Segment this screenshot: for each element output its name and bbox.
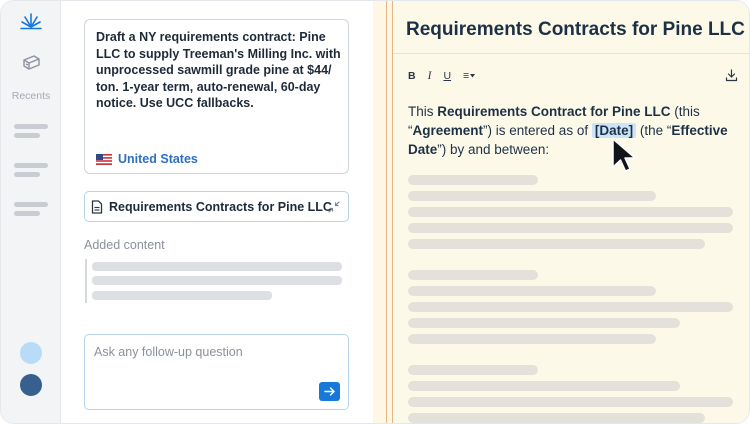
recent-item[interactable] (14, 202, 48, 207)
document-panel: Requirements Contracts for Pine LLC B I … (393, 1, 749, 423)
arrow-right-icon (324, 387, 335, 396)
recent-item-line (14, 133, 40, 138)
contract-name: Requirements Contract for Pine LLC (437, 104, 671, 119)
skeleton-line (408, 302, 733, 312)
skeleton-line (408, 175, 538, 185)
prompt-text: Draft a NY requirements contract: Pine L… (96, 30, 341, 110)
align-icon: ≡ (463, 70, 470, 82)
left-rail: Recents (1, 1, 61, 423)
bold-button[interactable]: B (408, 69, 416, 83)
skeleton-line (408, 381, 680, 391)
panel-divider[interactable] (373, 1, 393, 423)
followup-box (84, 334, 349, 410)
format-toolbar: B I U ≡ (408, 69, 476, 83)
app-window: Recents Draft a NY requirements contract… (0, 0, 750, 424)
mouse-cursor-icon (612, 138, 636, 172)
agreement-term: Agreement (412, 123, 484, 138)
skeleton-line (408, 286, 656, 296)
skeleton-line (92, 262, 342, 271)
document-title: Requirements Contracts for Pine LLC (406, 19, 745, 40)
skeleton-line (408, 239, 705, 249)
divider-line (386, 1, 387, 423)
recent-item[interactable] (14, 163, 48, 168)
skeleton-line (408, 413, 705, 423)
skeleton-line (408, 207, 733, 217)
skeleton-line (92, 291, 272, 300)
skeleton-line (408, 397, 733, 407)
recents-label: Recents (11, 90, 51, 102)
followup-input[interactable] (94, 345, 314, 359)
italic-button[interactable]: I (428, 69, 432, 83)
collapse-icon[interactable] (328, 201, 340, 213)
align-button[interactable]: ≡ (463, 69, 476, 83)
skeleton-line (92, 276, 342, 285)
us-flag-icon (96, 153, 112, 165)
skeleton-line (408, 191, 656, 201)
chevron-down-icon (470, 74, 476, 78)
send-button[interactable] (319, 382, 340, 401)
intro-text: This (408, 104, 438, 119)
intro-text: (the “ (636, 123, 672, 138)
added-content-rule (85, 259, 87, 303)
underline-button[interactable]: U (443, 69, 451, 83)
document-chip[interactable]: Requirements Contracts for Pine LLC (84, 191, 349, 222)
document-chip-label: Requirements Contracts for Pine LLC (109, 199, 332, 214)
document-header: Requirements Contracts for Pine LLC (393, 1, 749, 54)
download-icon[interactable] (725, 69, 738, 82)
date-placeholder[interactable]: [Date] (591, 123, 637, 138)
user-avatar[interactable] (20, 374, 42, 396)
added-content-label: Added content (84, 238, 165, 252)
new-draft-icon[interactable] (19, 51, 43, 75)
intro-text: ”) by and between: (437, 142, 550, 157)
skeleton-line (408, 270, 538, 280)
skeleton-line (408, 318, 680, 328)
recent-item-line (14, 172, 40, 177)
chat-panel: Draft a NY requirements contract: Pine L… (61, 1, 373, 423)
document-icon (91, 199, 103, 214)
country-selector[interactable]: United States (96, 152, 198, 166)
skeleton-line (408, 334, 656, 344)
recent-item-line (14, 211, 40, 216)
logo-icon[interactable] (18, 9, 44, 35)
help-avatar[interactable] (20, 342, 42, 364)
skeleton-line (408, 223, 733, 233)
document-intro: This Requirements Contract for Pine LLC … (408, 102, 738, 159)
recent-item[interactable] (14, 124, 48, 129)
country-label: United States (118, 152, 198, 166)
prompt-card: Draft a NY requirements contract: Pine L… (84, 19, 349, 174)
skeleton-line (408, 365, 538, 375)
intro-text: ”) is entered as of (483, 123, 592, 138)
